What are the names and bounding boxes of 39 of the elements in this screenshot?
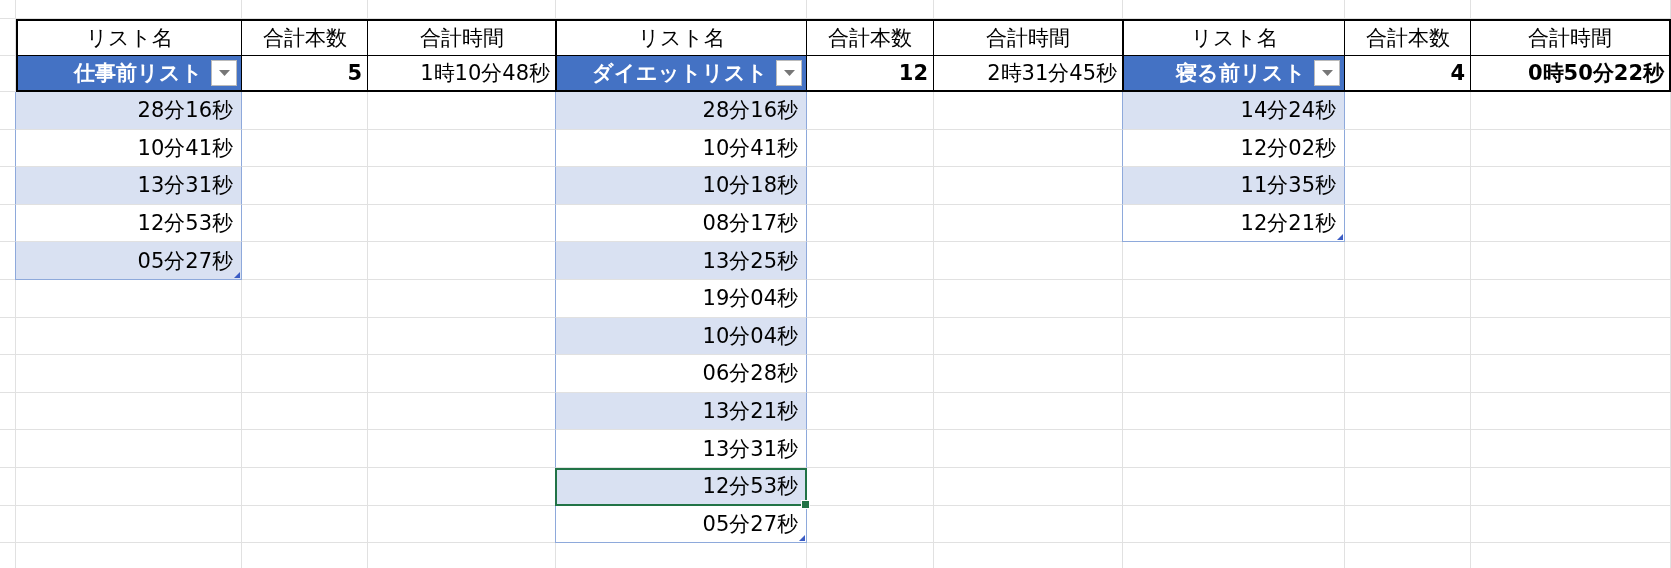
table-cell[interactable]: 14分24秒 [1122, 92, 1345, 130]
column-header: 合計時間 [1471, 19, 1671, 56]
table-cell[interactable]: 05分27秒 [555, 505, 807, 544]
table-cell[interactable]: 10分18秒 [555, 167, 807, 205]
table-cell[interactable]: 28分16秒 [555, 92, 807, 130]
table-cell[interactable]: 12分53秒 [555, 467, 807, 506]
column-header: 合計時間 [368, 19, 556, 56]
list-name: 仕事前リスト [74, 60, 203, 87]
table-cell[interactable]: 06分28秒 [555, 355, 807, 393]
fill-handle[interactable] [801, 499, 810, 509]
resize-handle-icon[interactable] [234, 271, 240, 278]
dropdown-arrow-icon [1321, 70, 1333, 76]
table-cell[interactable]: 12分21秒 [1122, 204, 1345, 243]
column-header: 合計時間 [934, 19, 1123, 56]
table-cell[interactable]: 28分16秒 [15, 92, 242, 130]
table-cell[interactable]: 11分35秒 [1122, 167, 1345, 205]
table-cell[interactable]: 13分31秒 [15, 167, 242, 205]
filter-button[interactable] [211, 60, 237, 86]
list-name: ダイエットリスト [592, 60, 768, 87]
resize-handle-icon[interactable] [799, 535, 805, 542]
table-cell[interactable]: 13分31秒 [555, 430, 807, 468]
table-cell[interactable]: 10分04秒 [555, 317, 807, 356]
dropdown-arrow-icon [783, 70, 795, 76]
filter-button[interactable] [776, 60, 802, 86]
table-cell: 0時50分22秒 [1471, 56, 1671, 92]
table-cell[interactable]: 13分21秒 [555, 392, 807, 431]
column-header: 合計本数 [807, 19, 934, 56]
table-cell[interactable]: 19分04秒 [555, 279, 807, 318]
table-cell: 4 [1345, 56, 1471, 92]
resize-handle-icon[interactable] [1337, 234, 1343, 241]
table-cell[interactable]: 05分27秒 [15, 242, 242, 280]
table-cell: 5 [242, 56, 368, 92]
column-header: 合計本数 [1345, 19, 1471, 56]
dropdown-arrow-icon [218, 70, 230, 76]
table-cell[interactable]: 13分25秒 [555, 242, 807, 280]
column-header: 合計本数 [242, 19, 368, 56]
filter-button[interactable] [1314, 60, 1340, 86]
list-name: 寝る前リスト [1176, 60, 1306, 87]
table-cell: 12 [807, 56, 934, 92]
